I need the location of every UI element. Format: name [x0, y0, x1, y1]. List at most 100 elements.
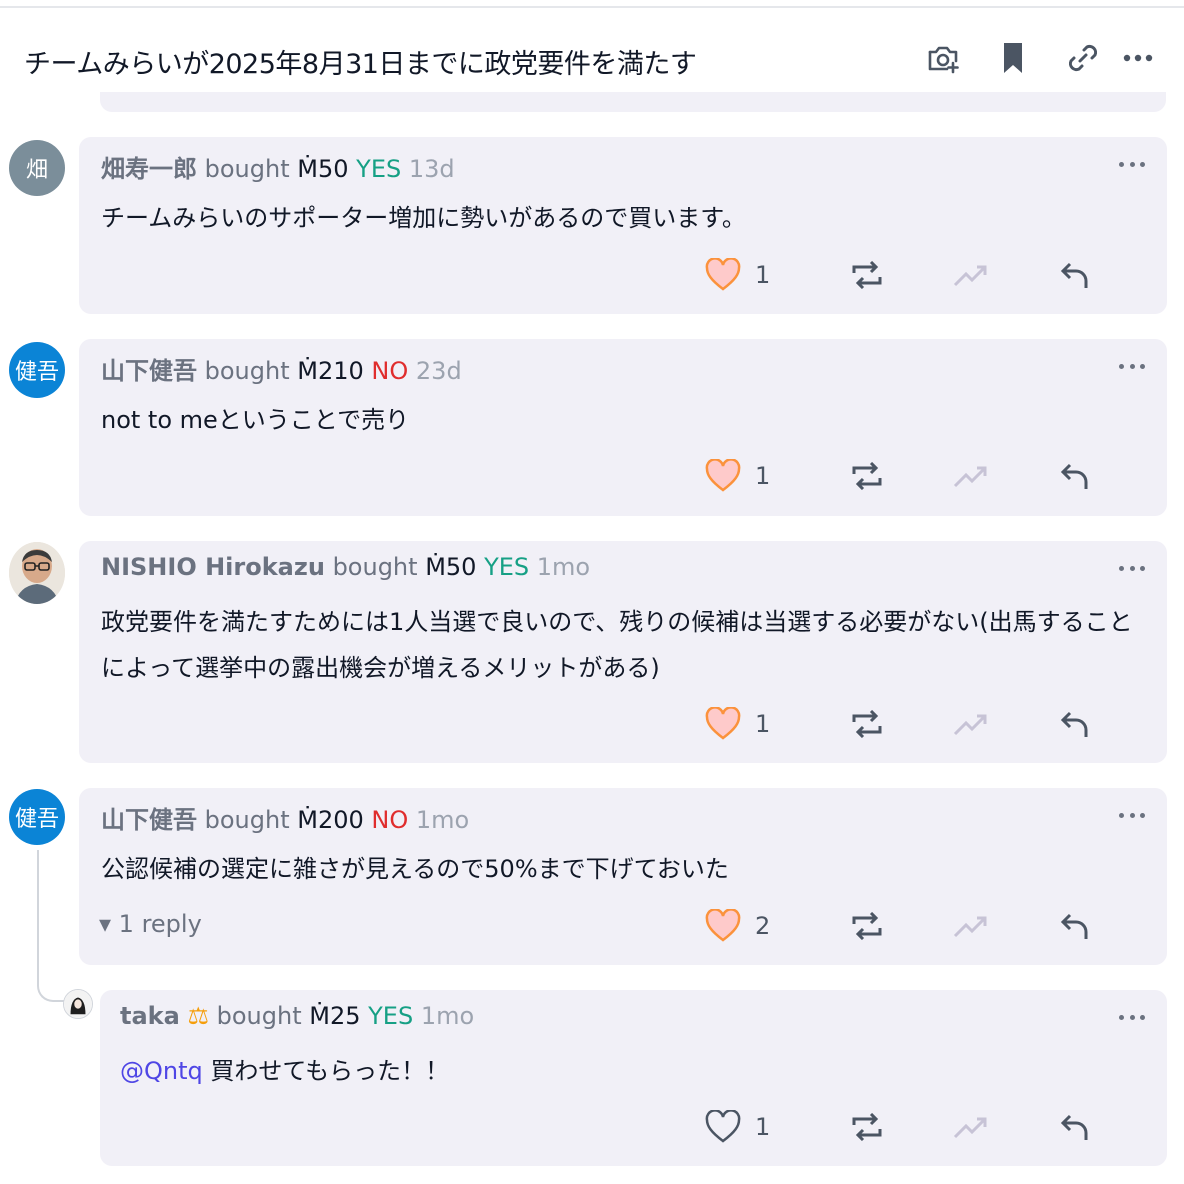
reply-button[interactable] — [1023, 1112, 1127, 1142]
bet-outcome: YES — [356, 155, 402, 183]
trade-button[interactable] — [919, 914, 1023, 938]
link-icon[interactable] — [1048, 38, 1118, 78]
like-count: 1 — [755, 462, 771, 490]
bet-outcome: YES — [484, 553, 530, 581]
more-icon[interactable] — [1119, 563, 1145, 573]
like-button[interactable]: 1 — [705, 258, 815, 292]
repost-icon — [852, 710, 882, 738]
username-link[interactable]: NISHIO Hirokazu — [101, 553, 325, 581]
comment-actions: 2 — [705, 904, 1127, 948]
comment-meta: 山下健吾 bought Ṁ210 NO 23d — [101, 351, 462, 386]
avatar[interactable] — [63, 989, 93, 1019]
comment-time[interactable]: 23d — [416, 357, 462, 385]
heart-outline-icon — [705, 1110, 741, 1143]
trade-button[interactable] — [919, 464, 1023, 488]
more-icon[interactable] — [1119, 810, 1145, 820]
trending-up-icon — [953, 1117, 987, 1139]
reply-button[interactable] — [1023, 260, 1127, 290]
avatar[interactable] — [9, 542, 65, 604]
comment-time[interactable]: 1mo — [416, 806, 469, 834]
thread-connector — [37, 850, 71, 1002]
avatar-text: 畑 — [25, 158, 48, 183]
bet-amount: Ṁ50 — [425, 553, 477, 581]
repost-button[interactable] — [815, 710, 919, 738]
trade-button[interactable] — [919, 1115, 1023, 1139]
reply-button[interactable] — [1023, 461, 1127, 491]
profile-photo — [64, 990, 92, 1018]
comment-time[interactable]: 1mo — [421, 1002, 474, 1030]
username-link[interactable]: 山下健吾 — [101, 357, 197, 385]
comment-meta: 山下健吾 bought Ṁ200 NO 1mo — [101, 800, 469, 835]
bought-label: bought — [204, 806, 290, 834]
username-link[interactable]: 畑寿一郎 — [101, 155, 197, 183]
trending-up-icon — [953, 265, 987, 287]
repost-button[interactable] — [815, 462, 919, 490]
bought-label: bought — [216, 1002, 302, 1030]
comment-meta: 畑寿一郎 bought Ṁ50 YES 13d — [101, 149, 455, 184]
heart-icon — [705, 459, 741, 492]
avatar[interactable]: 健吾 — [9, 789, 65, 845]
bet-amount: Ṁ50 — [297, 155, 349, 183]
like-count: 2 — [755, 912, 771, 940]
like-button[interactable]: 2 — [705, 909, 815, 943]
bookmark-icon[interactable] — [978, 38, 1048, 78]
camera-plus-icon[interactable] — [908, 38, 978, 78]
repost-icon — [852, 1113, 882, 1141]
comment-meta: taka ⚖ bought Ṁ25 YES 1mo — [120, 1002, 474, 1030]
more-icon[interactable] — [1119, 1012, 1145, 1022]
like-button[interactable]: 1 — [705, 707, 815, 741]
comment-actions: 1 — [705, 702, 1127, 746]
bet-outcome: NO — [371, 806, 409, 834]
comment-time[interactable]: 13d — [409, 155, 455, 183]
reply-button[interactable] — [1023, 911, 1127, 941]
trade-button[interactable] — [919, 263, 1023, 287]
comment-meta: NISHIO Hirokazu bought Ṁ50 YES 1mo — [101, 553, 590, 581]
repost-icon — [852, 912, 882, 940]
username-link[interactable]: taka — [120, 1002, 180, 1030]
like-button[interactable]: 1 — [705, 1110, 815, 1144]
username-link[interactable]: 山下健吾 — [101, 806, 197, 834]
repost-button[interactable] — [815, 912, 919, 940]
repost-button[interactable] — [815, 261, 919, 289]
bought-label: bought — [204, 155, 290, 183]
more-icon[interactable] — [1119, 159, 1145, 169]
comment-card: 畑寿一郎 bought Ṁ50 YES 13d チームみらいのサポーター増加に勢… — [79, 137, 1167, 314]
trade-button[interactable] — [919, 712, 1023, 736]
reply-button[interactable] — [1023, 709, 1127, 739]
repost-icon — [852, 261, 882, 289]
market-title: チームみらいが2025年8月31日までに政党要件を満たす — [24, 49, 697, 80]
reply-icon — [1060, 711, 1088, 737]
reply-icon — [1060, 262, 1088, 288]
like-count: 1 — [755, 1113, 771, 1141]
reply-icon — [1060, 1114, 1088, 1140]
more-icon[interactable] — [1118, 38, 1158, 78]
reply-icon — [1060, 913, 1088, 939]
replies-toggle[interactable]: ▾ 1 reply — [99, 910, 202, 938]
comment-text: not to meということで売り — [101, 406, 410, 434]
bought-label: bought — [332, 553, 418, 581]
comment-text: チームみらいのサポーター増加に勢いがあるので買います。 — [101, 204, 746, 232]
like-button[interactable]: 1 — [705, 459, 815, 493]
profile-photo — [9, 542, 65, 604]
bought-label: bought — [204, 357, 290, 385]
like-count: 1 — [755, 710, 771, 738]
repost-button[interactable] — [815, 1113, 919, 1141]
comment-actions: 1 — [705, 253, 1127, 297]
page-header: チームみらいが2025年8月31日までに政党要件を満たす — [0, 8, 1184, 103]
heart-icon — [705, 258, 741, 291]
repost-icon — [852, 462, 882, 490]
avatar[interactable]: 健吾 — [9, 342, 65, 398]
trending-up-icon — [953, 466, 987, 488]
more-icon[interactable] — [1119, 361, 1145, 371]
heart-icon — [705, 909, 741, 942]
comment-card: 山下健吾 bought Ṁ210 NO 23d not to meということで売… — [79, 339, 1167, 516]
trending-up-icon — [953, 916, 987, 938]
comment-time[interactable]: 1mo — [537, 553, 590, 581]
user-mention-link[interactable]: @Qntq — [120, 1057, 203, 1085]
scales-badge-icon: ⚖ — [187, 1002, 209, 1030]
bet-outcome: NO — [371, 357, 409, 385]
reply-card: taka ⚖ bought Ṁ25 YES 1mo @Qntq 買わせてもらった… — [100, 990, 1167, 1166]
bet-amount: Ṁ200 — [297, 806, 364, 834]
header-actions — [908, 38, 1158, 78]
avatar[interactable]: 畑 — [9, 140, 65, 196]
